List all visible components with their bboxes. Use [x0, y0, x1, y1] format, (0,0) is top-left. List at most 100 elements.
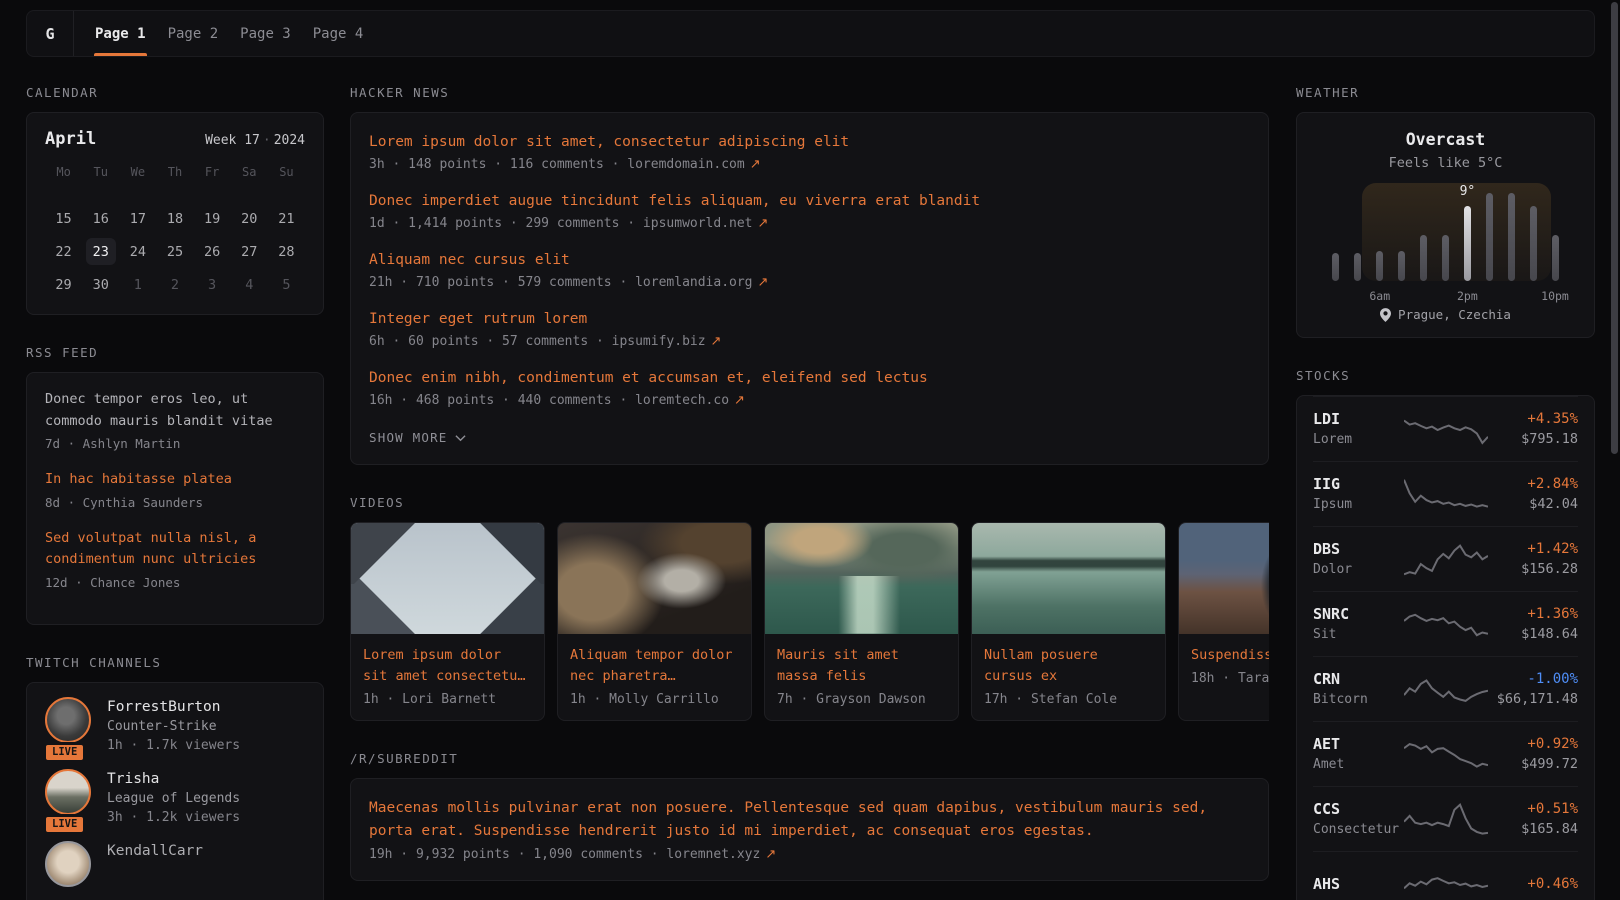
avatar[interactable] [45, 697, 91, 743]
twitch-channel-row[interactable]: KendallCarr [45, 841, 305, 887]
stock-row[interactable]: AHS +0.46% [1313, 851, 1578, 900]
subreddit-section: /R/SUBREDDIT Maecenas mollis pulvinar er… [350, 751, 1269, 881]
calendar-day: 3 [194, 269, 231, 300]
video-title[interactable]: Mauris sit amet massa felis [777, 645, 946, 687]
stock-row[interactable]: DBS Dolor +1.42% $156.28 [1313, 526, 1578, 591]
calendar-day: 23 [82, 236, 119, 267]
page-tab-label: Page 4 [313, 26, 364, 42]
external-link-icon: ↗ [734, 393, 745, 408]
video-thumbnail[interactable] [765, 523, 958, 634]
video-card: Aliquam tempor dolor nec pharetra… 1h · … [557, 522, 752, 721]
calendar-day: 20 [231, 203, 268, 234]
hackernews-item: Aliquam nec cursus elit 21h · 710 points… [369, 249, 1250, 293]
subreddit-post-meta: 19h · 9,932 points · 1,090 comments · lo… [369, 847, 1250, 862]
hackernews-item-title[interactable]: Aliquam nec cursus elit [369, 249, 1250, 271]
rss-item-meta: 7d · Ashlyn Martin [45, 434, 305, 454]
stock-change: +2.84% [1488, 474, 1579, 495]
rss-item-title[interactable]: In hac habitasse platea [45, 469, 305, 491]
weather-temp-bar [1442, 235, 1449, 281]
stock-row[interactable]: SNRC Sit +1.36% $148.64 [1313, 591, 1578, 656]
channel-name[interactable]: ForrestBurton [107, 697, 240, 717]
stock-id: AHS [1313, 874, 1404, 895]
page-tab[interactable]: Page 3 [229, 11, 302, 56]
calendar-weekday-row: Mo Tu We Th Fr Sa Su [45, 165, 305, 187]
stock-row[interactable]: CCS Consectetur +0.51% $165.84 [1313, 786, 1578, 851]
subreddit-section-title: /R/SUBREDDIT [350, 751, 1269, 766]
stock-row[interactable]: AET Amet +0.92% $499.72 [1313, 721, 1578, 786]
page-tab[interactable]: Page 2 [157, 11, 230, 56]
hackernews-item: Integer eget rutrum lorem 6h · 60 points… [369, 308, 1250, 352]
twitch-channel-row[interactable]: LIVE ForrestBurton Counter-Strike 1h · 1… [45, 697, 305, 755]
rss-item-title[interactable]: Donec tempor eros leo, ut commodo mauris… [45, 389, 305, 432]
stock-symbol: CCS [1313, 799, 1404, 820]
hackernews-item-title[interactable]: Lorem ipsum dolor sit amet, consectetur … [369, 131, 1250, 153]
twitch-channel-row[interactable]: LIVE Trisha League of Legends 3h · 1.2k … [45, 769, 305, 827]
rss-item-title[interactable]: Sed volutpat nulla nisl, a condimentum n… [45, 528, 305, 571]
stock-id: CCS Consectetur [1313, 799, 1404, 839]
scrollbar-thumb[interactable] [1611, 2, 1618, 454]
video-title[interactable]: Aliquam tempor dolor nec pharetra… [570, 645, 739, 687]
avatar[interactable] [45, 769, 91, 815]
weather-hour-column [1522, 193, 1544, 281]
video-thumbnail[interactable] [558, 523, 751, 634]
stock-row[interactable]: LDI Lorem +4.35% $795.18 [1313, 396, 1578, 461]
calendar-weekday: Th [156, 165, 193, 187]
stock-price: $156.28 [1488, 560, 1579, 579]
hackernews-item-title[interactable]: Donec enim nibh, condimentum et accumsan… [369, 367, 1250, 389]
rss-section: RSS FEED Donec tempor eros leo, ut commo… [26, 345, 324, 625]
weather-temp-bar [1332, 253, 1339, 281]
external-link-icon: ↗ [711, 334, 722, 349]
stock-price: $795.18 [1488, 430, 1579, 449]
calendar-weekday: Fr [194, 165, 231, 187]
rss-section-title: RSS FEED [26, 345, 324, 360]
video-title[interactable]: Lorem ipsum dolor sit amet consectetu… [363, 645, 532, 687]
calendar-day: 1 [119, 269, 156, 300]
stocks-section: STOCKS LDI Lorem +4.35% $795.18 [1296, 368, 1595, 900]
calendar-weekday: Su [268, 165, 305, 187]
channel-name[interactable]: Trisha [107, 769, 240, 789]
video-meta: 18h · Tara [1191, 671, 1269, 686]
stock-change: +1.42% [1488, 539, 1579, 560]
video-title[interactable]: Nullam posuere cursus ex [984, 645, 1153, 687]
channel-info: ForrestBurton Counter-Strike 1h · 1.7k v… [107, 697, 240, 755]
stock-row[interactable]: CRN Bitcorn -1.00% $66,171.48 [1313, 656, 1578, 721]
calendar-widget: April Week 17·2024 Mo Tu We Th [26, 112, 324, 315]
video-meta: 17h · Stefan Cole [984, 692, 1153, 707]
video-title[interactable]: Suspendisse diam [1191, 645, 1269, 666]
weather-chart: 6am [1325, 193, 1566, 281]
stock-symbol: AET [1313, 734, 1404, 755]
stock-values: +0.46% [1488, 874, 1579, 895]
avatar[interactable] [45, 841, 91, 887]
calendar-day: 29 [45, 269, 82, 300]
stock-row[interactable]: IIG Ipsum +2.84% $42.04 [1313, 461, 1578, 526]
weather-time-label: 2pm [1457, 289, 1478, 303]
hackernews-item-title[interactable]: Integer eget rutrum lorem [369, 308, 1250, 330]
avatar-wrap: LIVE [45, 769, 93, 827]
video-thumbnail[interactable] [351, 523, 544, 634]
channel-name[interactable]: KendallCarr [107, 841, 203, 861]
calendar-day: 16 [82, 203, 119, 234]
page-tab[interactable]: Page 1 [84, 11, 157, 56]
hackernews-show-more-button[interactable]: SHOW MORE [369, 430, 466, 445]
calendar-day: 18 [156, 203, 193, 234]
stock-change: +0.46% [1488, 874, 1579, 895]
app-logo[interactable]: G [27, 11, 74, 56]
stock-name: Dolor [1313, 560, 1404, 579]
subreddit-widget: Maecenas mollis pulvinar erat non posuer… [350, 778, 1269, 881]
twitch-section: TWITCH CHANNELS LIVE ForrestBurton Count… [26, 655, 324, 900]
videos-section-title: VIDEOS [350, 495, 1269, 510]
video-body: Suspendisse diam 18h · Tara [1179, 634, 1269, 699]
left-column: CALENDAR April Week 17·2024 Mo Tu We [26, 85, 324, 900]
subreddit-post-title[interactable]: Maecenas mollis pulvinar erat non posuer… [369, 797, 1250, 843]
channel-game: League of Legends [107, 789, 240, 808]
page-tabs: Page 1 Page 2 Page 3 Page 4 [74, 11, 374, 56]
calendar-day: 19 [194, 203, 231, 234]
calendar-weekday: We [119, 165, 156, 187]
video-thumbnail[interactable] [972, 523, 1165, 634]
weather-location-row: Prague, Czechia [1313, 307, 1578, 322]
hackernews-item-title[interactable]: Donec imperdiet augue tincidunt felis al… [369, 190, 1250, 212]
video-thumbnail[interactable] [1179, 523, 1269, 634]
channel-game: Counter-Strike [107, 717, 240, 736]
page-tab[interactable]: Page 4 [302, 11, 375, 56]
calendar-week-label: Week 17 [205, 133, 260, 148]
